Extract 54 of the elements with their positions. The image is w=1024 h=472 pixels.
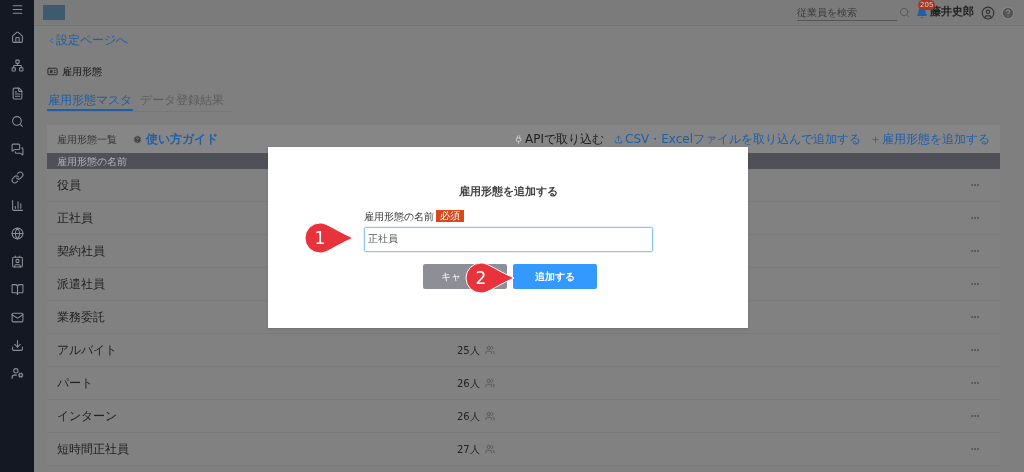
table-cell-text: 正社員 <box>57 210 93 227</box>
table-cell-text: 派遣社員 <box>57 276 105 293</box>
people-icon <box>484 378 495 388</box>
globe-icon[interactable] <box>10 227 24 240</box>
back-link[interactable]: 設定ページへ <box>56 31 128 49</box>
user-avatar-icon[interactable] <box>981 5 995 20</box>
logo-photo-placeholder <box>43 5 65 20</box>
bar-chart-icon[interactable] <box>10 199 24 212</box>
field-label: 雇用形態の名前 <box>364 209 434 224</box>
table-cell-text: パート <box>57 375 93 392</box>
mail-icon[interactable] <box>10 311 24 324</box>
table-cell-text: 26人 <box>457 409 480 424</box>
user-settings-icon[interactable] <box>10 367 24 380</box>
menu-icon[interactable] <box>10 3 24 16</box>
home-icon[interactable] <box>10 31 24 44</box>
required-badge: 必須 <box>436 210 464 222</box>
people-icon <box>484 345 495 355</box>
table-cell-text: 短時間正社員 <box>57 441 129 458</box>
people-icon <box>484 444 495 454</box>
document-icon[interactable] <box>10 87 24 100</box>
download-icon[interactable] <box>10 339 24 352</box>
toolbar-action[interactable]: 雇用形態を追加する <box>871 130 990 148</box>
contact-card-icon[interactable] <box>10 255 24 268</box>
bell-icon[interactable] <box>916 6 928 19</box>
chat-icon[interactable] <box>10 143 24 156</box>
table-cell-text: 契約社員 <box>57 243 105 260</box>
table-cell-text: 業務委託 <box>57 309 105 326</box>
page-title: 雇用形態 <box>62 64 102 79</box>
search-icon[interactable] <box>10 115 24 128</box>
table-cell-text: 26人 <box>457 376 480 391</box>
table-cell-text: アルバイト <box>57 342 117 359</box>
dialog-title: 雇用形態を追加する <box>458 184 558 200</box>
name-input-field[interactable]: 正社員 <box>363 226 653 252</box>
table-cell-text: 25人 <box>457 343 480 358</box>
sitemap-icon[interactable] <box>10 59 24 72</box>
add-button[interactable]: 追加する <box>513 263 597 289</box>
table-cell-text: インターン <box>57 408 117 425</box>
callout-marker: 1 <box>303 221 355 255</box>
help-icon[interactable] <box>133 134 142 144</box>
table-cell-text: 役員 <box>57 177 81 194</box>
toolbar-action[interactable]: CSV・Excelファイルを取り込んで追加する <box>614 130 861 148</box>
book-icon[interactable] <box>10 283 24 296</box>
id-card-icon <box>47 65 58 77</box>
table-cell-text: 27人 <box>457 442 480 457</box>
help-icon[interactable] <box>1001 5 1015 20</box>
link-icon[interactable] <box>10 171 24 184</box>
tab[interactable]: 雇用形態マスタ <box>47 90 133 111</box>
plug-icon <box>514 134 523 144</box>
callout-marker: 2 <box>464 261 516 295</box>
people-icon <box>484 411 495 421</box>
plus-icon <box>871 134 880 144</box>
toolbar-action[interactable]: APIで取り込む <box>514 130 604 148</box>
guide-link[interactable]: 使い方ガイド <box>146 130 218 148</box>
upload-icon <box>614 134 623 144</box>
